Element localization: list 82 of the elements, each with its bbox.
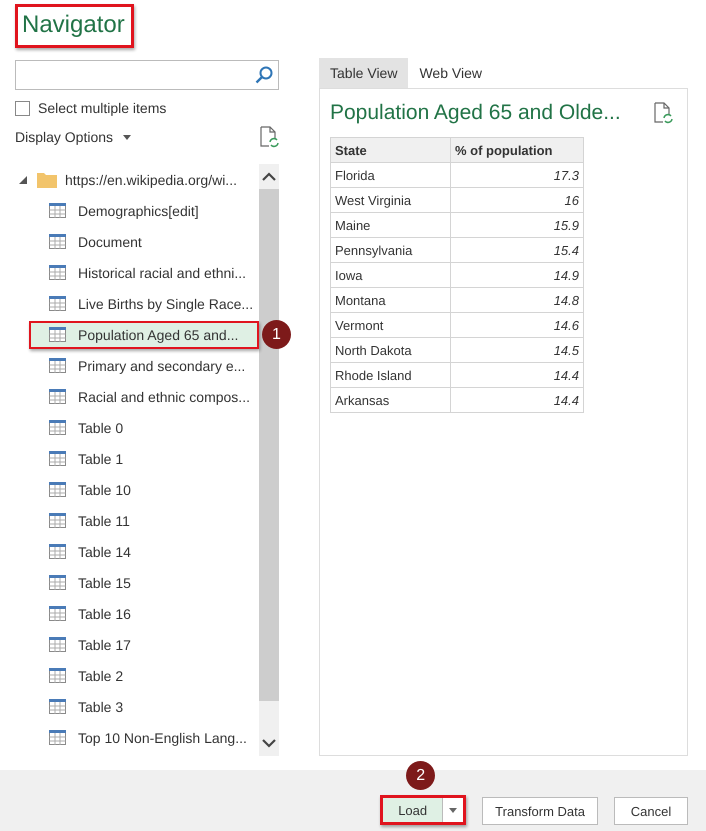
table-icon xyxy=(49,606,66,621)
table-cell: 17.3 xyxy=(450,162,584,188)
display-options-dropdown[interactable]: Display Options xyxy=(15,129,132,145)
tree-item[interactable]: Table 11 xyxy=(29,506,259,534)
table-icon xyxy=(49,482,66,497)
table-cell: Florida xyxy=(330,162,450,188)
tree-item[interactable]: Historical racial and ethni... xyxy=(29,258,259,286)
tree-item[interactable]: https://en.wikipedia.org/wi... xyxy=(65,172,237,188)
table-cell: North Dakota xyxy=(330,338,450,362)
table-cell: 14.6 xyxy=(450,312,584,338)
callout-badge: 1 xyxy=(262,320,291,349)
table-icon xyxy=(49,544,66,559)
caret-icon xyxy=(123,134,132,140)
table-cell: 14.4 xyxy=(450,362,584,388)
table-icon xyxy=(49,513,66,528)
folder-icon xyxy=(37,172,57,188)
tree-item[interactable]: Table 0 xyxy=(29,414,259,442)
table-cell: 14.8 xyxy=(450,288,584,312)
tree-item[interactable]: Table 10 xyxy=(29,476,259,504)
table-cell: 15.4 xyxy=(450,238,584,262)
search-field[interactable] xyxy=(15,60,279,90)
tree-item[interactable]: Top 10 Non-English Lang... xyxy=(29,724,259,752)
table-icon xyxy=(49,203,66,218)
table-icon xyxy=(49,730,66,745)
search-icon xyxy=(254,65,274,85)
table-cell: Rhode Island xyxy=(330,362,450,388)
tree-item[interactable]: Table 16 xyxy=(29,600,259,628)
table-cell: Maine xyxy=(330,212,450,238)
table-icon xyxy=(49,637,66,652)
table-cell: Pennsylvania xyxy=(330,238,450,262)
tab[interactable]: Web View xyxy=(408,58,493,88)
tree-item[interactable]: Table 15 xyxy=(29,568,259,596)
table-icon xyxy=(49,234,66,249)
table-icon xyxy=(49,265,66,280)
table-cell: Iowa xyxy=(330,262,450,288)
table-cell: 14.4 xyxy=(450,388,584,412)
table-cell: Arkansas xyxy=(330,388,450,412)
table-cell: 14.5 xyxy=(450,338,584,362)
table-cell: 15.9 xyxy=(450,212,584,238)
table-cell: 16 xyxy=(450,188,584,212)
column-header: % of population xyxy=(450,138,584,162)
checkbox[interactable] xyxy=(15,100,30,116)
refresh-document-icon[interactable] xyxy=(653,102,673,124)
table-icon xyxy=(49,327,66,342)
table-cell: 14.9 xyxy=(450,262,584,288)
tree-item[interactable]: Table 17 xyxy=(29,630,259,658)
tree-item[interactable]: Racial and ethnic compos... xyxy=(29,382,259,410)
tree-item[interactable]: Demographics[edit] xyxy=(29,196,259,224)
checkbox-label: Select multiple items xyxy=(38,100,166,116)
caret-icon xyxy=(449,808,458,812)
table-icon xyxy=(49,420,66,435)
table-icon xyxy=(49,699,66,714)
tree-item[interactable]: Document xyxy=(29,228,259,256)
tree-item[interactable]: Population Aged 65 and... xyxy=(29,320,259,348)
tree-item[interactable]: Table 1 xyxy=(29,444,259,472)
callout-badge: 2 xyxy=(406,761,436,790)
preview-title: Population Aged 65 and Olde... xyxy=(330,101,621,125)
dialog-button[interactable]: Transform Data xyxy=(482,797,598,825)
column-header: State xyxy=(330,138,450,162)
table-icon xyxy=(49,668,66,683)
window-title: Navigator xyxy=(15,4,134,48)
scroll-down-icon[interactable] xyxy=(262,739,276,748)
tree-item[interactable]: Table 3 xyxy=(29,692,259,720)
dropdown-button[interactable] xyxy=(443,798,464,822)
load-button[interactable]: Load xyxy=(383,798,444,822)
table-cell: Vermont xyxy=(330,312,450,338)
expand-arrow-icon[interactable] xyxy=(19,176,27,184)
scroll-up-icon[interactable] xyxy=(262,172,276,181)
table-cell: Montana xyxy=(330,288,450,312)
tree-item[interactable]: Table 2 xyxy=(29,662,259,690)
table-icon xyxy=(49,358,66,373)
dialog-button[interactable]: Cancel xyxy=(614,797,688,825)
table-icon xyxy=(49,451,66,466)
table-icon xyxy=(49,296,66,311)
table-icon xyxy=(49,575,66,590)
tree-item[interactable]: Table 14 xyxy=(29,538,259,566)
refresh-document-icon[interactable] xyxy=(259,126,279,148)
table-icon xyxy=(49,389,66,404)
tree-item[interactable]: Primary and secondary e... xyxy=(29,352,259,380)
table-cell: West Virginia xyxy=(330,188,450,212)
tab[interactable]: Table View xyxy=(319,58,408,88)
tree-item[interactable]: Live Births by Single Race... xyxy=(29,290,260,318)
